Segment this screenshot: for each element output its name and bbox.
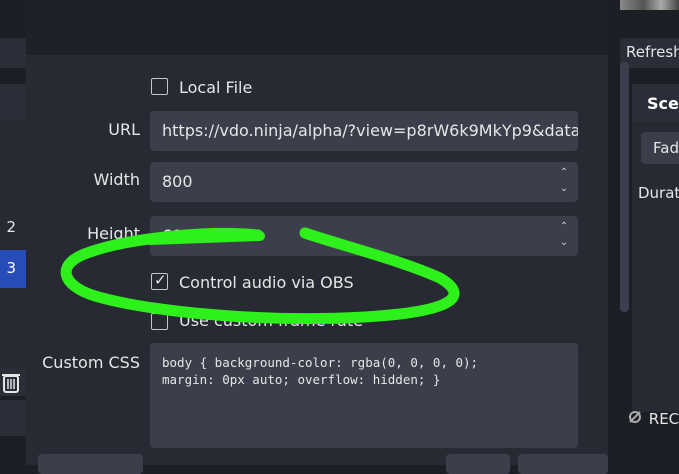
width-value: 800 [162, 172, 193, 191]
rec-label: REC [648, 410, 679, 428]
trash-icon[interactable] [0, 368, 26, 396]
spin-up-icon[interactable]: ⌃ [558, 167, 570, 179]
spin-up-icon[interactable]: ⌃ [558, 221, 570, 233]
obs-left-toolbar-button[interactable]: row [0, 38, 26, 100]
rec-off-icon [628, 410, 644, 428]
rec-status: REC [628, 410, 679, 428]
refresh-button-label: Refresh [626, 43, 679, 61]
height-spinbox[interactable]: 600 ⌃ ⌄ [150, 216, 578, 256]
height-value: 600 [162, 226, 193, 245]
browser-source-properties-dialog: Local File URL https://vdo.ninja/alpha/?… [26, 0, 629, 474]
custom-css-textarea[interactable]: body { background-color: rgba(0, 0, 0, 0… [150, 343, 578, 448]
control-audio-label: Control audio via OBS [179, 273, 354, 292]
preview-thumbnail [620, 0, 679, 10]
dialog-scrollbar[interactable] [620, 62, 629, 312]
transition-select[interactable]: Fad [641, 132, 679, 164]
defaults-button[interactable] [38, 454, 143, 474]
refresh-button[interactable]: Refresh [620, 38, 679, 68]
dialog-preview-area [26, 0, 608, 55]
scene-list-item[interactable]: 2 [0, 214, 26, 244]
scenes-panel-header: es [0, 84, 26, 197]
duration-label: Durat [638, 184, 679, 202]
url-label: URL [108, 120, 140, 139]
ok-button[interactable] [446, 454, 510, 474]
control-audio-checkbox[interactable] [151, 271, 168, 290]
custom-css-label: Custom CSS [42, 353, 140, 372]
status-bar [608, 436, 679, 465]
scene-transitions-panel [632, 122, 679, 412]
scene-transitions-header: Scen [632, 84, 679, 122]
scene-list-item-selected[interactable]: 3 [0, 250, 26, 288]
obs-left-bottom-bar [0, 400, 26, 436]
scene-transitions-title: Scen [647, 94, 679, 113]
custom-frame-rate-label: Use custom frame rate [179, 311, 364, 330]
height-label: Height [87, 224, 140, 243]
cancel-button[interactable] [518, 454, 608, 474]
width-spinbox[interactable]: 800 ⌃ ⌄ [150, 162, 578, 202]
url-value: https://vdo.ninja/alpha/?view=p8rW6k9MkY… [162, 121, 578, 140]
url-input[interactable]: https://vdo.ninja/alpha/?view=p8rW6k9MkY… [150, 111, 578, 151]
local-file-label: Local File [179, 78, 253, 97]
custom-frame-rate-checkbox[interactable] [151, 313, 168, 330]
scenes-list [0, 120, 26, 370]
local-file-checkbox[interactable] [151, 78, 168, 95]
transition-select-value: Fad [653, 139, 679, 157]
width-label: Width [93, 170, 140, 189]
spin-down-icon[interactable]: ⌄ [558, 183, 570, 195]
spin-down-icon[interactable]: ⌄ [558, 237, 570, 249]
